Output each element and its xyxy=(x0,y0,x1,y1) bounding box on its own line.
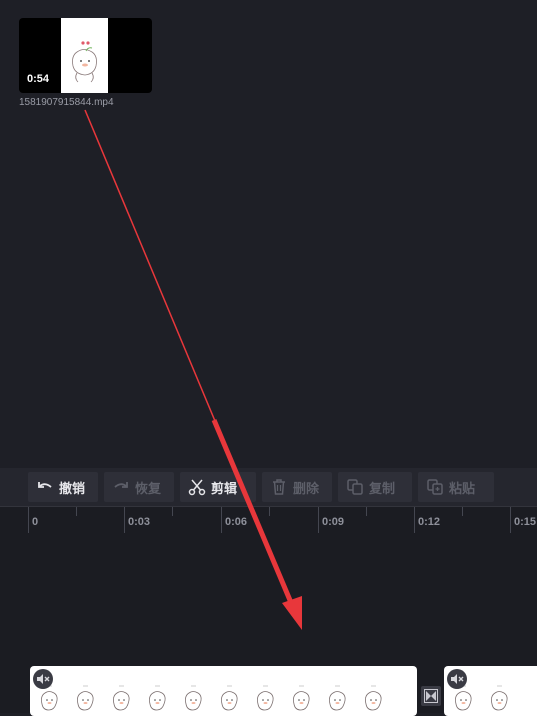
copy-button[interactable]: 复制 xyxy=(338,472,412,502)
ruler-tick xyxy=(28,507,29,533)
clip-frame-thumbnail xyxy=(178,680,208,716)
timeline-ruler[interactable]: 0 0:03 0:06 0:09 0:12 0:15 xyxy=(0,506,537,538)
clip-frame-thumbnail xyxy=(214,680,244,716)
clip-frame-thumbnail xyxy=(286,680,316,716)
ruler-label: 0:15 xyxy=(514,516,537,528)
video-clip[interactable] xyxy=(30,666,417,716)
copy-label: 复制 xyxy=(369,480,396,496)
ruler-tick xyxy=(221,507,222,533)
transition-icon[interactable] xyxy=(421,686,441,706)
ruler-tick xyxy=(510,507,511,533)
redo-button[interactable]: 恢复 xyxy=(104,472,174,502)
media-item[interactable]: 0:54 xyxy=(19,18,152,93)
clip-frame-thumbnail xyxy=(484,680,514,716)
ruler-label: 0:06 xyxy=(225,516,248,528)
ruler-label: 0:03 xyxy=(128,516,151,528)
trash-icon xyxy=(270,478,288,496)
speaker-muted-icon[interactable] xyxy=(447,669,467,689)
ruler-tick xyxy=(318,507,319,533)
video-clip[interactable] xyxy=(444,666,537,716)
media-library-panel: 0:54 1581907915844.mp4 xyxy=(0,0,537,468)
ruler-label: 0 xyxy=(32,516,39,528)
clip-frame-thumbnail xyxy=(70,680,100,716)
redo-label: 恢复 xyxy=(135,480,162,496)
undo-button[interactable]: 撤销 xyxy=(28,472,98,502)
cartoon-character-image xyxy=(72,41,97,83)
clip-frame-thumbnail xyxy=(358,680,388,716)
redo-icon xyxy=(112,478,130,496)
speaker-muted-icon[interactable] xyxy=(33,669,53,689)
paste-icon xyxy=(426,478,444,496)
video-thumbnail xyxy=(61,18,108,93)
video-track xyxy=(0,538,537,716)
media-duration: 0:54 xyxy=(27,73,50,85)
delete-button[interactable]: 删除 xyxy=(262,472,332,502)
undo-icon xyxy=(36,478,54,496)
copy-icon xyxy=(346,478,364,496)
edit-toolbar: 撤销 恢复 剪辑 删除 复制 粘贴 xyxy=(0,468,537,506)
clip-frame-thumbnail xyxy=(250,680,280,716)
ruler-tick xyxy=(124,507,125,533)
ruler-tick xyxy=(269,507,270,516)
ruler-tick xyxy=(76,507,77,516)
media-filename: 1581907915844.mp4 xyxy=(19,97,114,108)
cut-label: 剪辑 xyxy=(211,480,238,496)
paste-button[interactable]: 粘贴 xyxy=(418,472,494,502)
paste-label: 粘贴 xyxy=(449,480,476,496)
scissors-icon xyxy=(188,478,206,496)
clip-frame-thumbnail xyxy=(142,680,172,716)
delete-label: 删除 xyxy=(293,480,320,496)
clip-frame-thumbnail xyxy=(106,680,136,716)
ruler-label: 0:09 xyxy=(322,516,345,528)
ruler-tick xyxy=(172,507,173,516)
ruler-tick xyxy=(366,507,367,516)
ruler-tick xyxy=(462,507,463,516)
undo-label: 撤销 xyxy=(59,480,86,496)
cut-button[interactable]: 剪辑 xyxy=(180,472,256,502)
ruler-tick xyxy=(414,507,415,533)
ruler-label: 0:12 xyxy=(418,516,441,528)
clip-frame-thumbnail xyxy=(322,680,352,716)
